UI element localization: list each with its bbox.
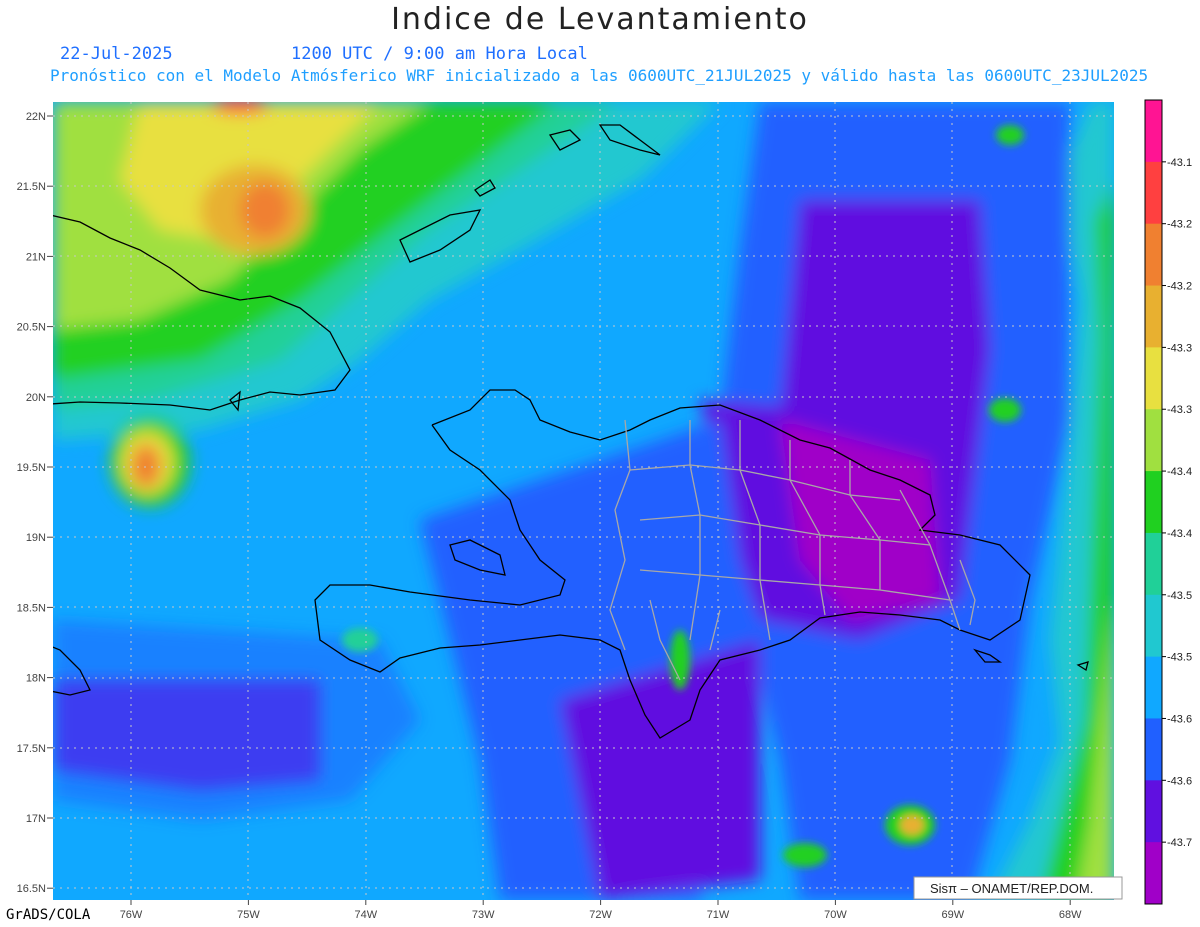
colorbar-label: -43.4 bbox=[1167, 466, 1192, 478]
lat-tick-label: 21.5N bbox=[17, 181, 46, 193]
lat-tick-label: 19.5N bbox=[17, 462, 46, 474]
shaded-field bbox=[53, 102, 1114, 900]
colorbar-segment bbox=[1145, 347, 1162, 410]
lon-tick-label: 70W bbox=[824, 909, 847, 921]
colorbar-label: -43.2 bbox=[1167, 219, 1192, 231]
lat-tick-label: 19N bbox=[26, 532, 46, 544]
colorbar-label: -43.4 bbox=[1167, 528, 1192, 540]
colorbar-label: -43.5 bbox=[1167, 652, 1192, 664]
lat-tick-label: 16.5N bbox=[17, 883, 46, 895]
lon-tick-label: 72W bbox=[589, 909, 612, 921]
colorbar-segment bbox=[1145, 409, 1162, 472]
colorbar-label: -43.7 bbox=[1167, 837, 1192, 849]
grads-credit: GrADS/COLA bbox=[6, 907, 91, 923]
lifted-index-map: 22N 21.5N 21N 20.5N 20N 19.5N 19N 18.5N 18N 17.5N… bbox=[17, 99, 1192, 921]
colorbar-segment bbox=[1145, 100, 1162, 163]
latitude-labels: 22N 21.5N 21N 20.5N 20N 19.5N 19N 18.5N 18N 17.5N… bbox=[17, 111, 53, 895]
colorbar: -43.1 -43.2 -43.2 -43.3 -43.3 -43.4 -43.4 -43.5… bbox=[1144, 99, 1192, 905]
colorbar-label: -43.2 bbox=[1167, 281, 1192, 293]
lon-tick-label: 73W bbox=[472, 909, 495, 921]
colorbar-label: -43.5 bbox=[1167, 590, 1192, 602]
colorbar-segment bbox=[1145, 532, 1162, 596]
colorbar-label: -43.1 bbox=[1167, 157, 1192, 169]
lat-tick-label: 22N bbox=[26, 111, 46, 123]
lat-tick-label: 20N bbox=[26, 392, 46, 404]
lon-tick-label: 69W bbox=[941, 909, 964, 921]
colorbar-segment bbox=[1145, 718, 1162, 781]
lon-tick-label: 75W bbox=[237, 909, 260, 921]
lon-tick-label: 74W bbox=[354, 909, 377, 921]
colorbar-segment bbox=[1145, 780, 1162, 843]
colorbar-segment bbox=[1145, 842, 1162, 905]
lat-tick-label: 21N bbox=[26, 251, 46, 263]
colorbar-label: -43.3 bbox=[1167, 404, 1192, 416]
lat-tick-label: 17.5N bbox=[17, 743, 46, 755]
lon-tick-label: 68W bbox=[1059, 909, 1082, 921]
watermark-text: Sisπ – ONAMET/REP.DOM. bbox=[930, 881, 1093, 896]
lat-tick-label: 17N bbox=[26, 813, 46, 825]
lon-tick-label: 76W bbox=[120, 909, 143, 921]
lat-tick-label: 18N bbox=[26, 673, 46, 685]
colorbar-label: -43.3 bbox=[1167, 342, 1192, 354]
colorbar-segment bbox=[1145, 285, 1162, 348]
colorbar-segment bbox=[1145, 656, 1162, 719]
colorbar-label: -43.6 bbox=[1167, 775, 1192, 787]
lat-tick-label: 20.5N bbox=[17, 322, 46, 334]
longitude-labels: 76W 75W 74W 73W 72W 71W 70W 69W 68W bbox=[120, 900, 1082, 921]
colorbar-segment bbox=[1145, 594, 1162, 658]
colorbar-segment bbox=[1145, 471, 1162, 534]
colorbar-label: -43.6 bbox=[1167, 713, 1192, 725]
lat-tick-label: 18.5N bbox=[17, 602, 46, 614]
colorbar-segment bbox=[1145, 161, 1162, 225]
lon-tick-label: 71W bbox=[707, 909, 730, 921]
colorbar-segment bbox=[1145, 223, 1162, 287]
